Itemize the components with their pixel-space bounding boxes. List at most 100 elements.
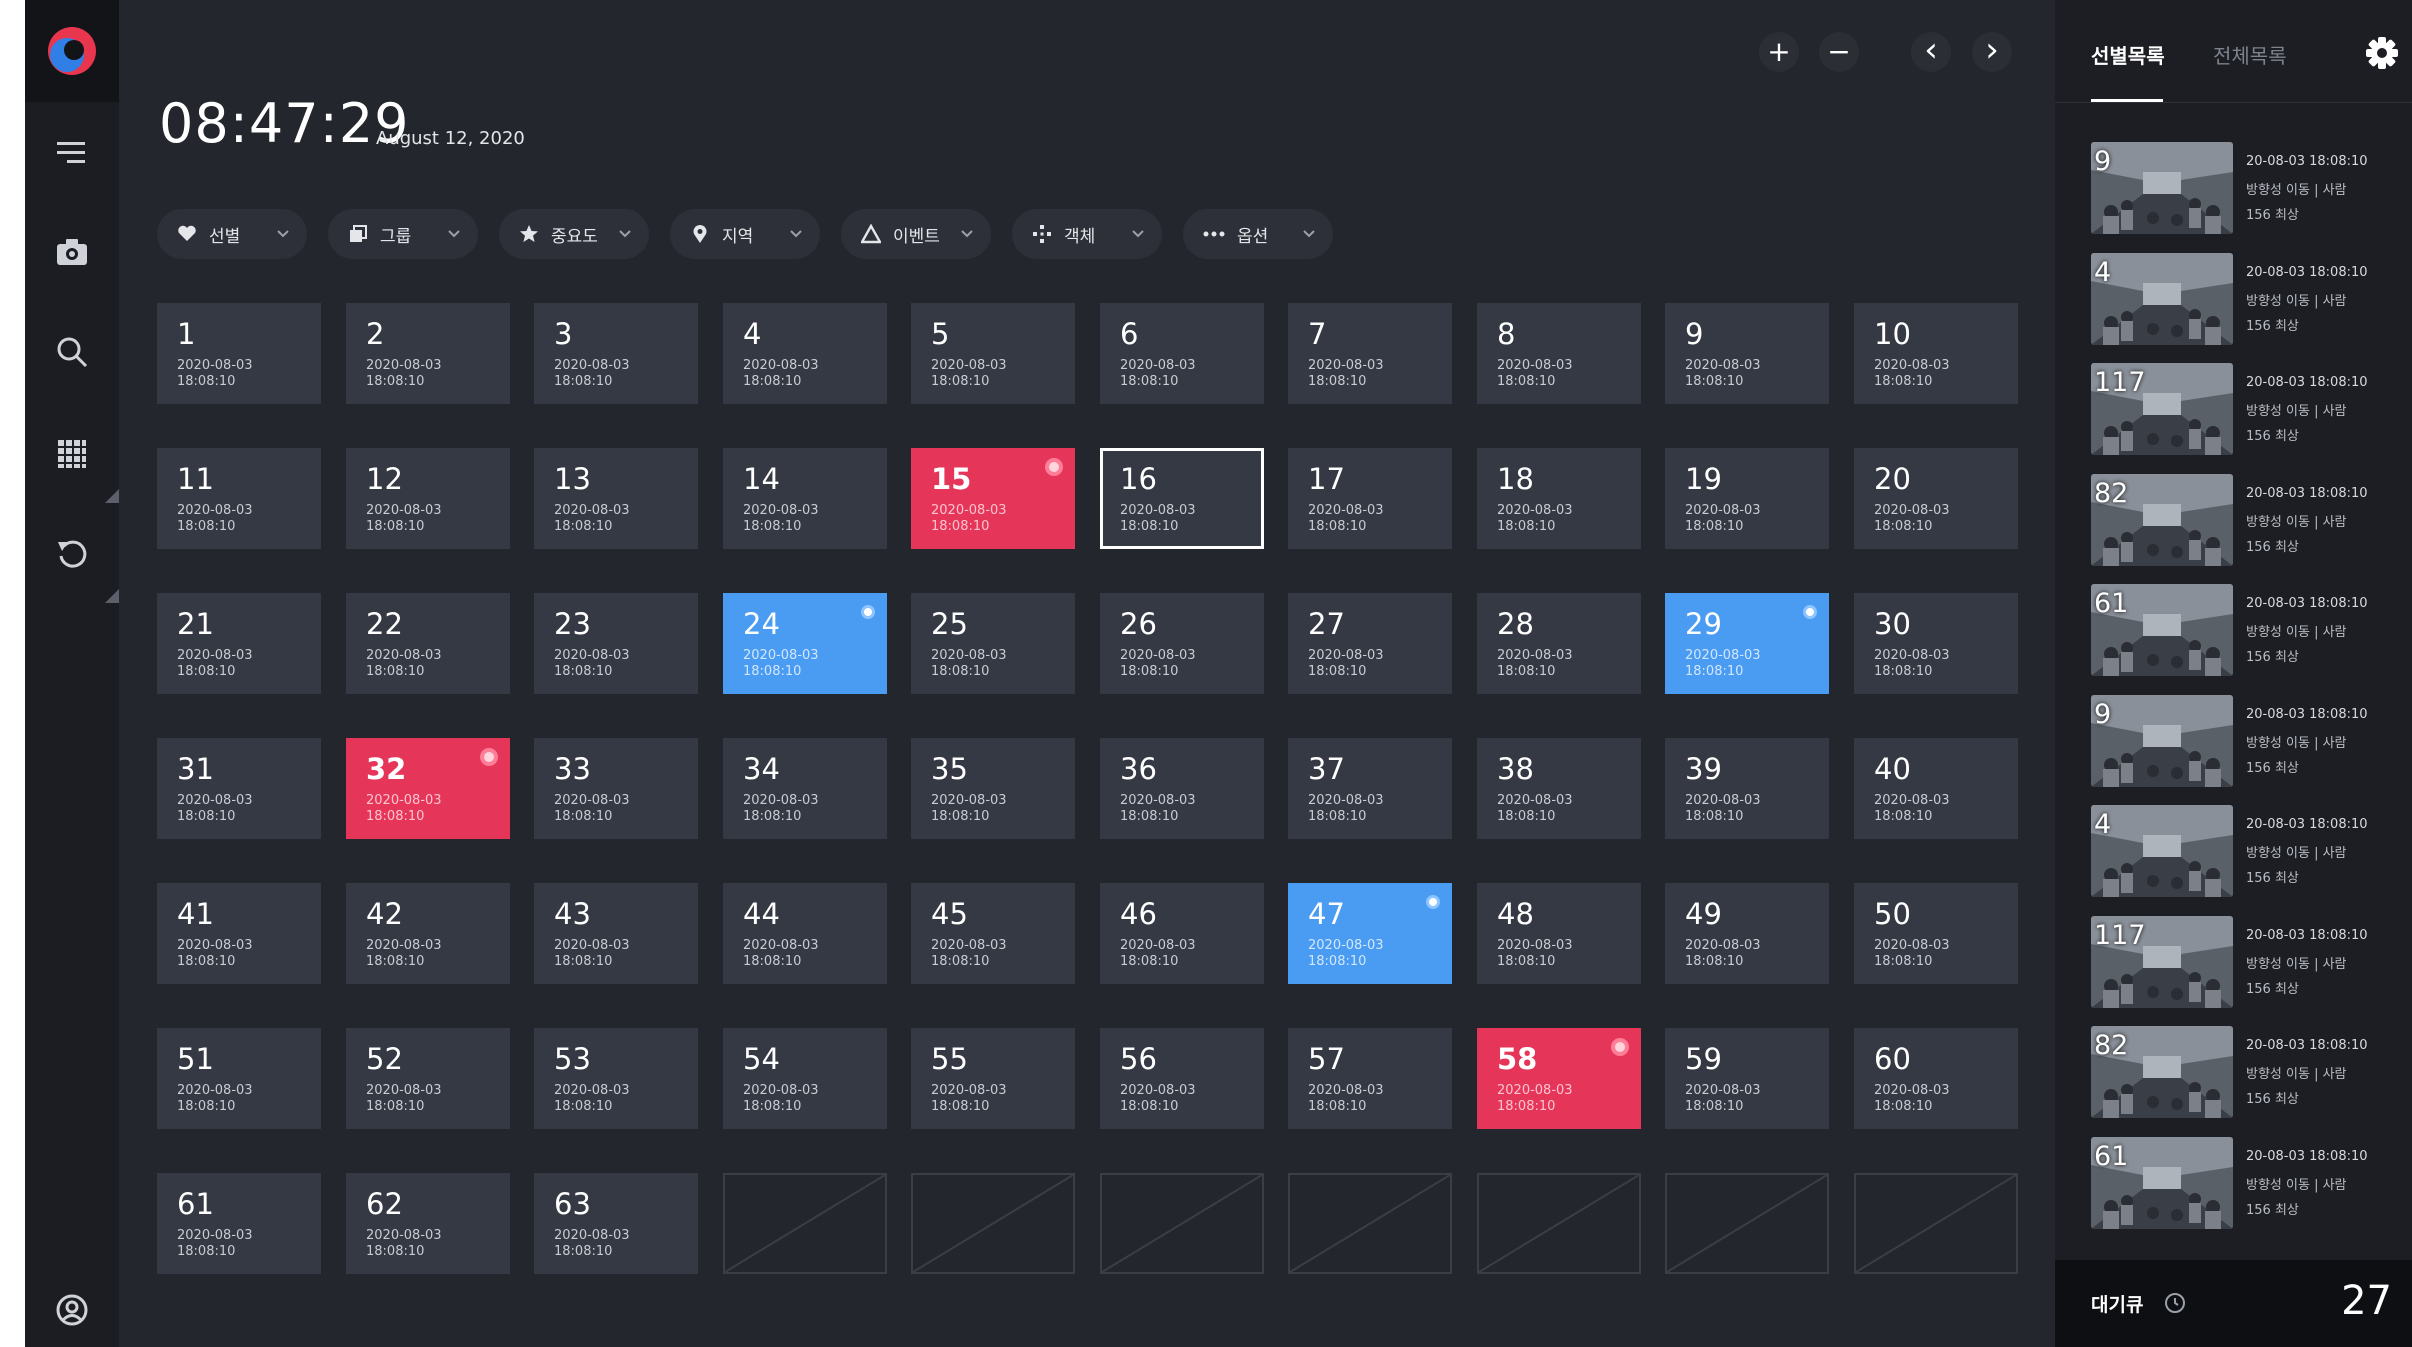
camera-button[interactable] — [25, 222, 119, 282]
event-cell[interactable]: 56 2020-08-03 18:08:10 — [1100, 1028, 1264, 1129]
filter-dropdown[interactable]: 옵션 — [1183, 209, 1333, 259]
event-cell[interactable]: 53 2020-08-03 18:08:10 — [534, 1028, 698, 1129]
cell-date: 2020-08-03 — [177, 1083, 253, 1098]
zoom-in-button[interactable]: + — [1759, 32, 1799, 72]
event-cell[interactable]: 22 2020-08-03 18:08:10 — [346, 593, 510, 694]
event-cell[interactable]: 62 2020-08-03 18:08:10 — [346, 1173, 510, 1274]
event-cell[interactable]: 4 2020-08-03 18:08:10 — [723, 303, 887, 404]
event-cell-alert[interactable]: 58 2020-08-03 18:08:10 — [1477, 1028, 1641, 1129]
settings-button[interactable] — [2365, 36, 2399, 74]
filter-dropdown[interactable]: 그룹 — [328, 209, 478, 259]
cell-number: 1 — [177, 317, 196, 351]
prev-page-button[interactable]: ‹ — [1911, 32, 1951, 72]
event-cell[interactable]: 5 2020-08-03 18:08:10 — [911, 303, 1075, 404]
menu-button[interactable] — [25, 122, 119, 182]
event-cell[interactable]: 48 2020-08-03 18:08:10 — [1477, 883, 1641, 984]
event-cell[interactable]: 1 2020-08-03 18:08:10 — [157, 303, 321, 404]
event-cell[interactable]: 23 2020-08-03 18:08:10 — [534, 593, 698, 694]
event-cell[interactable]: 30 2020-08-03 18:08:10 — [1854, 593, 2018, 694]
event-cell[interactable]: 40 2020-08-03 18:08:10 — [1854, 738, 2018, 839]
event-cell[interactable]: 19 2020-08-03 18:08:10 — [1665, 448, 1829, 549]
event-cell[interactable]: 12 2020-08-03 18:08:10 — [346, 448, 510, 549]
event-list-item[interactable]: 4 20-08-03 18:08:10 방향성 이동 | 사람 156 최상 — [2091, 805, 2401, 901]
event-cell[interactable]: 25 2020-08-03 18:08:10 — [911, 593, 1075, 694]
event-cell[interactable]: 63 2020-08-03 18:08:10 — [534, 1173, 698, 1274]
event-cell[interactable]: 6 2020-08-03 18:08:10 — [1100, 303, 1264, 404]
event-cell[interactable]: 7 2020-08-03 18:08:10 — [1288, 303, 1452, 404]
event-cell[interactable]: 2 2020-08-03 18:08:10 — [346, 303, 510, 404]
event-cell[interactable]: 35 2020-08-03 18:08:10 — [911, 738, 1075, 839]
event-cell[interactable]: 11 2020-08-03 18:08:10 — [157, 448, 321, 549]
event-cell[interactable]: 26 2020-08-03 18:08:10 — [1100, 593, 1264, 694]
event-list-item[interactable]: 117 20-08-03 18:08:10 방향성 이동 | 사람 156 최상 — [2091, 915, 2401, 1012]
event-list-item[interactable]: 4 20-08-03 18:08:10 방향성 이동 | 사람 156 최상 — [2091, 252, 2401, 349]
event-cell[interactable]: 41 2020-08-03 18:08:10 — [157, 883, 321, 984]
event-cell[interactable]: 39 2020-08-03 18:08:10 — [1665, 738, 1829, 839]
event-list-item[interactable]: 117 20-08-03 18:08:10 방향성 이동 | 사람 156 최상 — [2091, 363, 2401, 459]
tab-all-list[interactable]: 전체목록 — [2213, 40, 2287, 69]
event-timestamp: 20-08-03 18:08:10 — [2246, 596, 2368, 611]
filter-dropdown[interactable]: 선별 — [157, 209, 307, 259]
grid-view-button[interactable] — [25, 424, 119, 484]
event-cell[interactable]: 28 2020-08-03 18:08:10 — [1477, 593, 1641, 694]
zoom-out-button[interactable]: − — [1819, 32, 1859, 72]
event-cell[interactable]: 37 2020-08-03 18:08:10 — [1288, 738, 1452, 839]
event-cell[interactable]: 3 2020-08-03 18:08:10 — [534, 303, 698, 404]
event-cell[interactable]: 61 2020-08-03 18:08:10 — [157, 1173, 321, 1274]
event-cell[interactable]: 44 2020-08-03 18:08:10 — [723, 883, 887, 984]
event-list-item[interactable]: 61 20-08-03 18:08:10 방향성 이동 | 사람 156 최상 — [2091, 584, 2401, 680]
event-cell[interactable]: 59 2020-08-03 18:08:10 — [1665, 1028, 1829, 1129]
refresh-icon — [58, 540, 87, 568]
cell-date: 2020-08-03 — [1120, 793, 1196, 808]
event-cell[interactable]: 20 2020-08-03 18:08:10 — [1854, 448, 2018, 549]
event-cell[interactable]: 49 2020-08-03 18:08:10 — [1665, 883, 1829, 984]
event-cell[interactable]: 45 2020-08-03 18:08:10 — [911, 883, 1075, 984]
event-cell[interactable]: 38 2020-08-03 18:08:10 — [1477, 738, 1641, 839]
event-cell[interactable]: 27 2020-08-03 18:08:10 — [1288, 593, 1452, 694]
filter-dropdown[interactable]: 이벤트 — [841, 209, 991, 259]
event-cell[interactable]: 10 2020-08-03 18:08:10 — [1854, 303, 2018, 404]
event-cell-highlight[interactable]: 47 2020-08-03 18:08:10 — [1288, 883, 1452, 984]
event-cell-alert[interactable]: 32 2020-08-03 18:08:10 — [346, 738, 510, 839]
event-list-item[interactable]: 61 20-08-03 18:08:10 방향성 이동 | 사람 156 최상 — [2091, 1136, 2401, 1233]
filter-dropdown[interactable]: 지역 — [670, 209, 820, 259]
event-list-item[interactable]: 9 20-08-03 18:08:10 방향성 이동 | 사람 156 최상 — [2091, 142, 2401, 238]
event-cell[interactable]: 42 2020-08-03 18:08:10 — [346, 883, 510, 984]
event-list-item[interactable]: 82 20-08-03 18:08:10 방향성 이동 | 사람 156 최상 — [2091, 473, 2401, 570]
event-cell-highlight[interactable]: 24 2020-08-03 18:08:10 — [723, 593, 887, 694]
tab-selected-list[interactable]: 선별목록 — [2091, 40, 2165, 69]
event-list-item[interactable]: 82 20-08-03 18:08:10 방향성 이동 | 사람 156 최상 — [2091, 1026, 2401, 1122]
event-cell[interactable]: 31 2020-08-03 18:08:10 — [157, 738, 321, 839]
event-cell[interactable]: 34 2020-08-03 18:08:10 — [723, 738, 887, 839]
event-cell[interactable]: 55 2020-08-03 18:08:10 — [911, 1028, 1075, 1129]
event-cell[interactable]: 33 2020-08-03 18:08:10 — [534, 738, 698, 839]
event-cell[interactable]: 50 2020-08-03 18:08:10 — [1854, 883, 2018, 984]
event-cell[interactable]: 14 2020-08-03 18:08:10 — [723, 448, 887, 549]
event-cell[interactable]: 46 2020-08-03 18:08:10 — [1100, 883, 1264, 984]
event-cell-selected[interactable]: 16 2020-08-03 18:08:10 — [1100, 448, 1264, 549]
event-cell[interactable]: 54 2020-08-03 18:08:10 — [723, 1028, 887, 1129]
event-cell-alert[interactable]: 15 2020-08-03 18:08:10 — [911, 448, 1075, 549]
event-cell[interactable]: 8 2020-08-03 18:08:10 — [1477, 303, 1641, 404]
event-cell[interactable]: 51 2020-08-03 18:08:10 — [157, 1028, 321, 1129]
event-cell-highlight[interactable]: 29 2020-08-03 18:08:10 — [1665, 593, 1829, 694]
event-cell[interactable]: 21 2020-08-03 18:08:10 — [157, 593, 321, 694]
history-button[interactable] — [25, 524, 119, 584]
event-cell[interactable]: 57 2020-08-03 18:08:10 — [1288, 1028, 1452, 1129]
filter-dropdown[interactable]: 객체 — [1012, 209, 1162, 259]
event-cell[interactable]: 36 2020-08-03 18:08:10 — [1100, 738, 1264, 839]
filter-dropdown[interactable]: 중요도 — [499, 209, 649, 259]
profile-button[interactable] — [25, 1280, 119, 1340]
next-page-button[interactable]: › — [1972, 32, 2012, 72]
event-timestamp: 20-08-03 18:08:10 — [2246, 375, 2368, 390]
event-cell[interactable]: 18 2020-08-03 18:08:10 — [1477, 448, 1641, 549]
event-cell[interactable]: 13 2020-08-03 18:08:10 — [534, 448, 698, 549]
cell-date: 2020-08-03 — [743, 938, 819, 953]
event-cell[interactable]: 9 2020-08-03 18:08:10 — [1665, 303, 1829, 404]
search-button[interactable] — [25, 322, 119, 382]
event-cell[interactable]: 52 2020-08-03 18:08:10 — [346, 1028, 510, 1129]
event-list-item[interactable]: 9 20-08-03 18:08:10 방향성 이동 | 사람 156 최상 — [2091, 694, 2401, 791]
event-cell[interactable]: 17 2020-08-03 18:08:10 — [1288, 448, 1452, 549]
event-cell[interactable]: 60 2020-08-03 18:08:10 — [1854, 1028, 2018, 1129]
event-cell[interactable]: 43 2020-08-03 18:08:10 — [534, 883, 698, 984]
